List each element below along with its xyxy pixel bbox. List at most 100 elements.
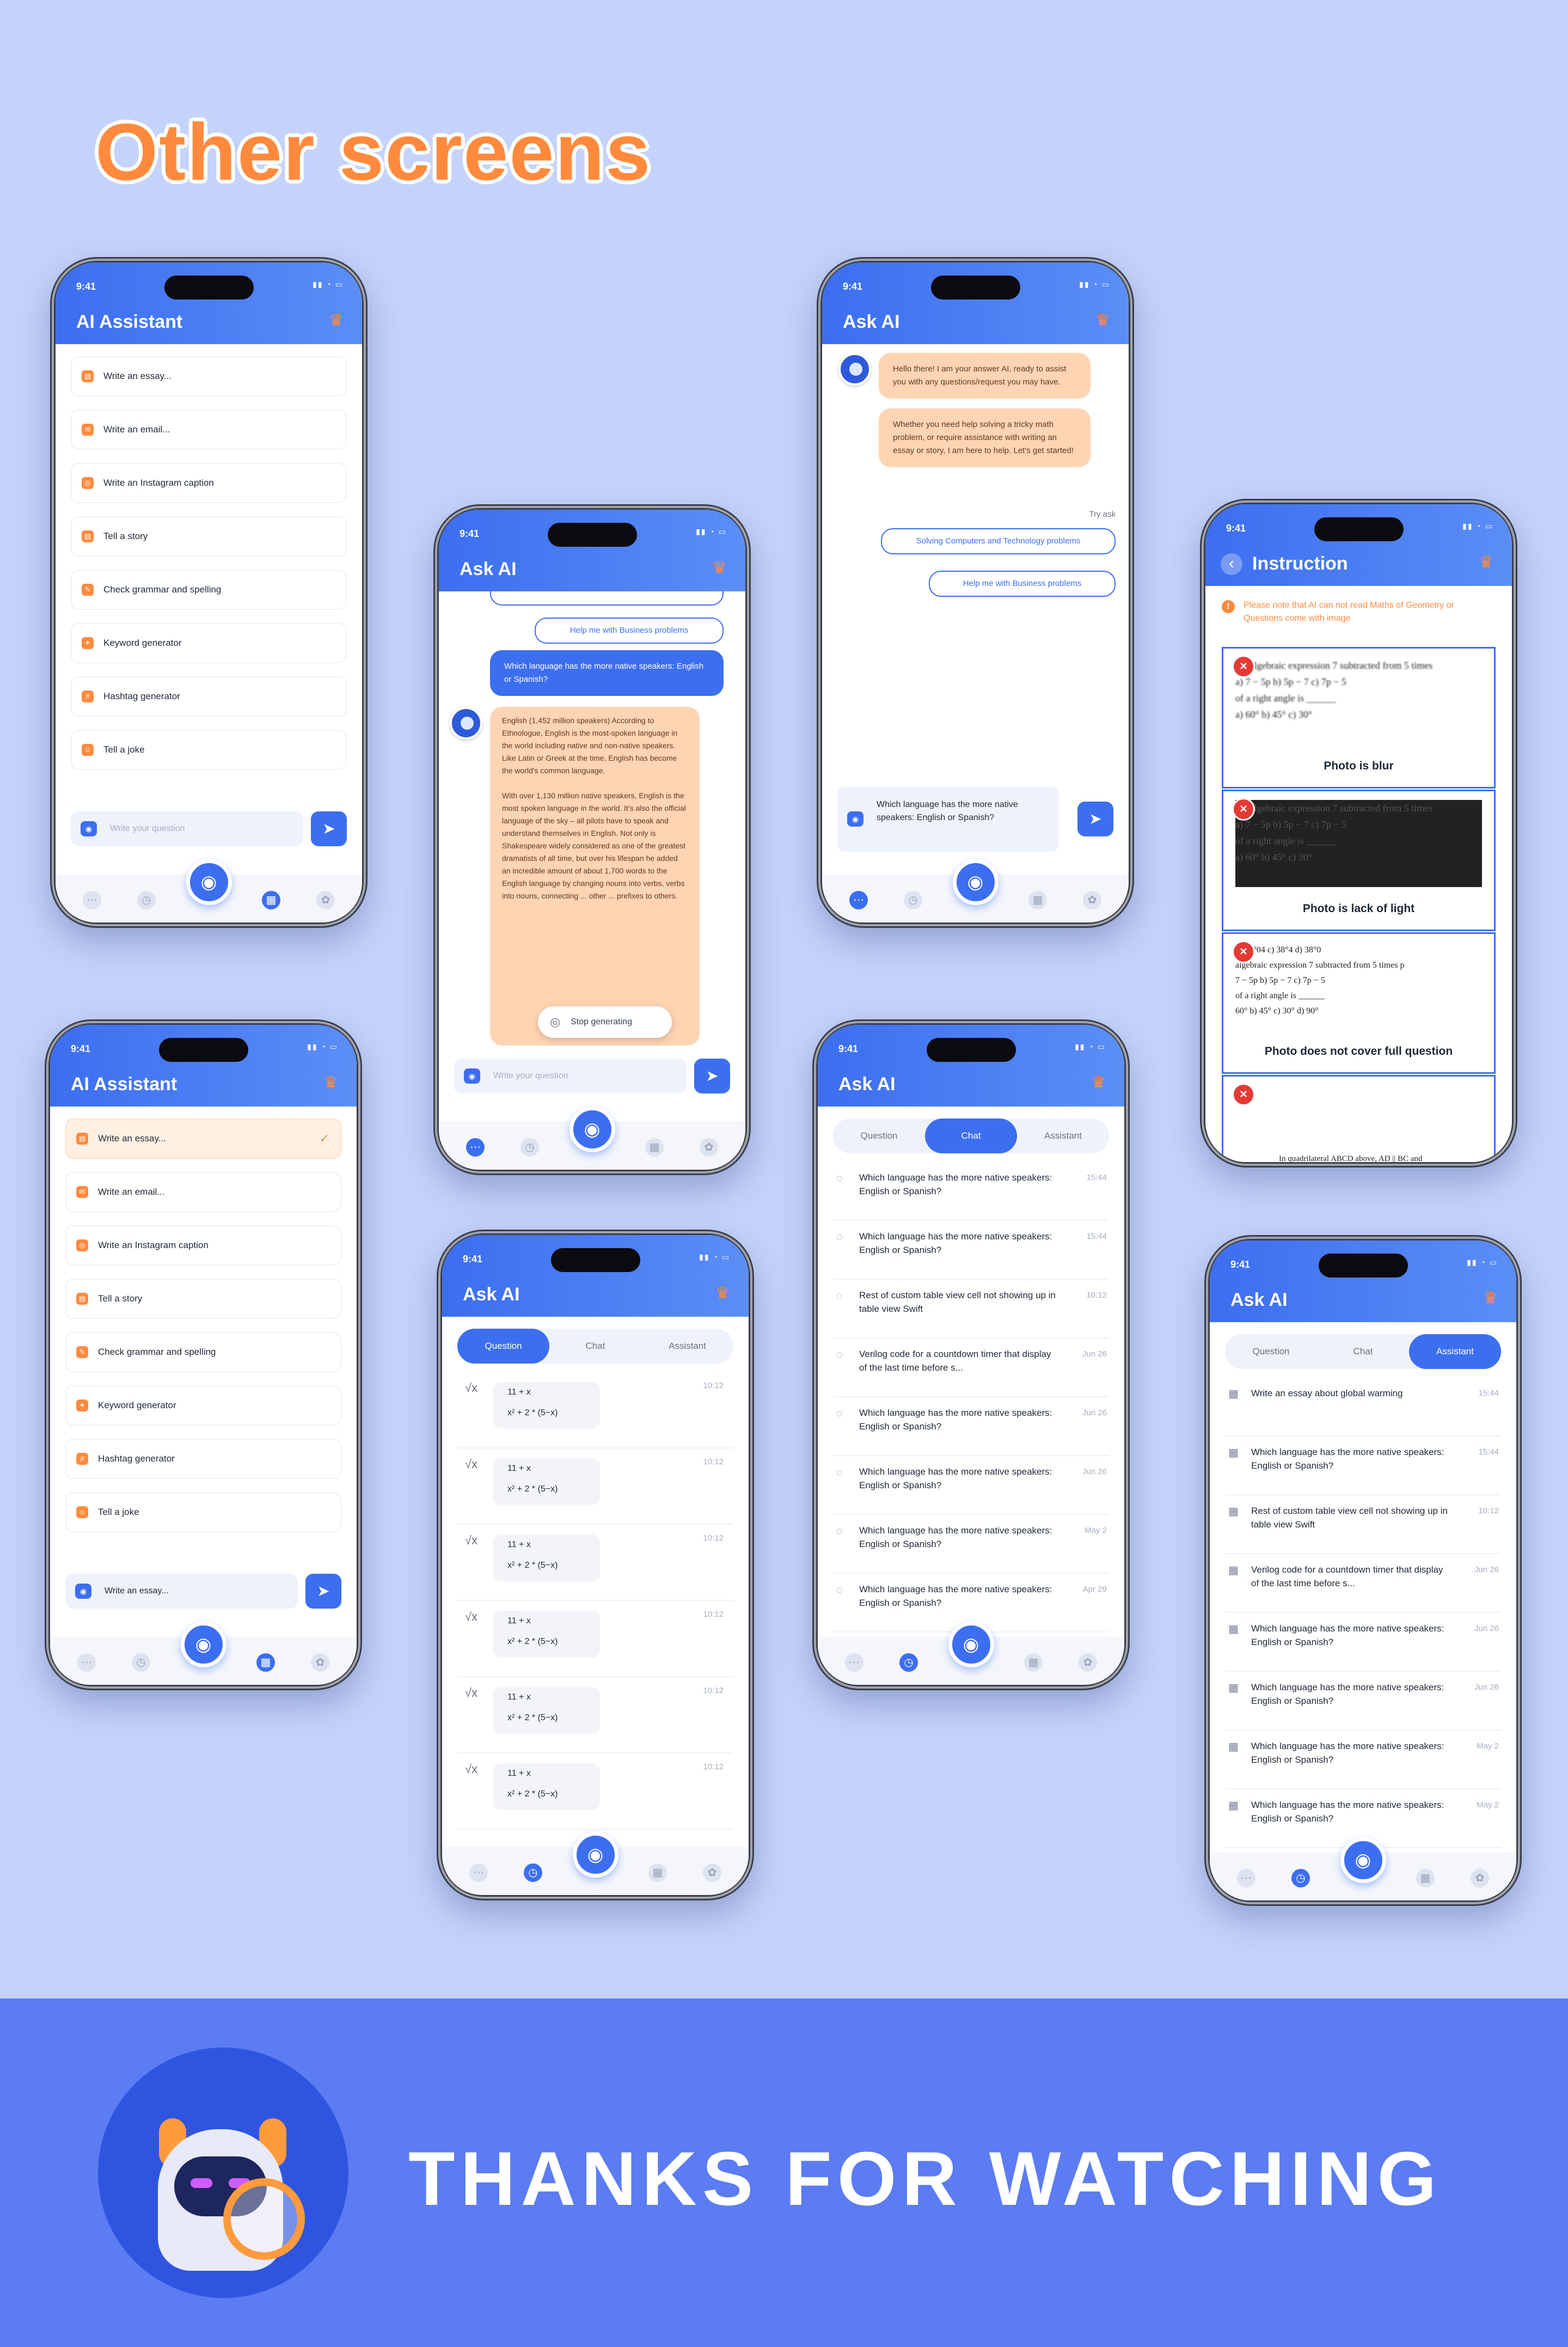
tab-question[interactable]: Question <box>457 1329 549 1364</box>
tab-assistant[interactable]: Assistant <box>1017 1119 1109 1153</box>
history-row[interactable]: ▦ Verilog code for a countdown timer that… <box>1225 1554 1501 1613</box>
chat-tab-icon[interactable]: ⋯ <box>466 1138 485 1157</box>
chat-tab-icon[interactable]: ⋯ <box>77 1653 96 1672</box>
send-button[interactable]: ➤ <box>694 1059 730 1093</box>
tab-assistant[interactable]: Assistant <box>641 1329 733 1364</box>
question-row[interactable]: √x 11 + x x² + 2 * (5−x) 10:12 <box>457 1753 733 1830</box>
history-row[interactable]: ◌ Which language has the more native spea… <box>833 1221 1109 1280</box>
history-row[interactable]: ▦ Which language has the more native spea… <box>1225 1731 1501 1789</box>
crown-icon[interactable]: ♛ <box>715 1285 730 1301</box>
crown-icon[interactable]: ♛ <box>712 560 727 576</box>
crown-icon[interactable]: ♛ <box>1479 554 1493 571</box>
question-input[interactable]: Write an essay... <box>65 1574 298 1609</box>
back-arrow-icon[interactable]: ‹ <box>1221 553 1242 575</box>
assistant-tab-icon[interactable]: ▦ <box>256 1653 275 1672</box>
history-row[interactable]: ▦ Which language has the more native spea… <box>1225 1437 1501 1495</box>
assistant-tab-icon[interactable]: ▦ <box>1024 1653 1043 1672</box>
history-row[interactable]: ◌ Which language has the more native spea… <box>833 1162 1109 1221</box>
list-item[interactable]: ▤ Tell a story <box>71 516 347 557</box>
list-item[interactable]: ▤ Tell a story <box>65 1279 341 1319</box>
camera-icon[interactable]: ◉ <box>75 1584 91 1599</box>
history-row[interactable]: ◌ Verilog code for a countdown timer that… <box>833 1338 1109 1397</box>
list-item[interactable]: ✉ Write an email... <box>65 1172 341 1212</box>
settings-tab-icon[interactable]: ✿ <box>316 891 335 909</box>
list-item[interactable]: ◎ Write an Instagram caption <box>65 1225 341 1266</box>
list-item-selected[interactable]: ▤ Write an essay... ✓ <box>65 1119 341 1159</box>
question-input[interactable]: Which language has the more native speak… <box>837 786 1059 852</box>
question-row[interactable]: √x 11 + x x² + 2 * (5−x) 10:12 <box>457 1448 733 1525</box>
history-row[interactable]: ◌ Which language has the more native spea… <box>833 1456 1109 1515</box>
assistant-tab-icon[interactable]: ▦ <box>262 891 280 909</box>
history-tab-icon[interactable]: ◷ <box>899 1653 918 1672</box>
history-tab-icon[interactable]: ◷ <box>132 1653 150 1672</box>
settings-tab-icon[interactable]: ✿ <box>700 1138 718 1157</box>
crown-icon[interactable]: ♛ <box>1091 1075 1106 1091</box>
assistant-tab-icon[interactable]: ▦ <box>648 1863 667 1882</box>
list-item[interactable]: ◎ Write an Instagram caption <box>71 463 347 503</box>
send-button[interactable]: ➤ <box>311 811 347 846</box>
list-item[interactable]: ✎ Check grammar and spelling <box>71 570 347 610</box>
tab-chat[interactable]: Chat <box>549 1329 641 1364</box>
question-row[interactable]: √x 11 + x x² + 2 * (5−x) 10:12 <box>457 1601 733 1677</box>
history-row[interactable]: ▦ Which language has the more native spea… <box>1225 1672 1501 1731</box>
suggestion-chip[interactable]: Help me with Business problems <box>535 618 724 644</box>
assistant-tab-icon[interactable]: ▦ <box>645 1138 664 1157</box>
camera-button[interactable]: ◉ <box>952 859 999 905</box>
crown-icon[interactable]: ♛ <box>329 313 344 329</box>
assistant-tab-icon[interactable]: ▦ <box>1416 1869 1435 1887</box>
tab-chat[interactable]: Chat <box>1317 1334 1409 1369</box>
list-item[interactable]: ✦ Keyword generator <box>65 1385 341 1426</box>
chat-tab-icon[interactable]: ⋯ <box>1237 1869 1255 1887</box>
camera-button[interactable]: ◉ <box>186 859 232 905</box>
question-row[interactable]: √x 11 + x x² + 2 * (5−x) 10:12 <box>457 1677 733 1753</box>
history-row[interactable]: ◌ Which language has the more native spea… <box>833 1397 1109 1456</box>
history-tab-icon[interactable]: ◷ <box>1291 1869 1310 1887</box>
camera-button[interactable]: ◉ <box>1340 1837 1386 1883</box>
list-item[interactable]: ✦ Keyword generator <box>71 623 347 663</box>
send-button[interactable]: ➤ <box>305 1574 341 1609</box>
camera-button[interactable]: ◉ <box>948 1622 994 1667</box>
history-tab-icon[interactable]: ◷ <box>524 1863 542 1882</box>
chat-tab-icon[interactable]: ⋯ <box>83 891 101 909</box>
chat-tab-icon[interactable]: ⋯ <box>469 1863 488 1882</box>
suggestion-chip[interactable]: Solving Computers and Technology problem… <box>881 528 1116 554</box>
camera-icon[interactable]: ◉ <box>464 1068 480 1084</box>
camera-button[interactable]: ◉ <box>569 1107 615 1152</box>
chat-tab-icon[interactable]: ⋯ <box>845 1653 863 1672</box>
list-item[interactable]: ☺ Tell a joke <box>65 1492 341 1532</box>
history-row[interactable]: ▦ Write an essay about global warming 15:4… <box>1225 1378 1501 1437</box>
stop-generating-button[interactable]: Stop generating <box>538 1006 672 1038</box>
settings-tab-icon[interactable]: ✿ <box>1083 891 1101 909</box>
question-input[interactable]: Write your question <box>454 1059 687 1093</box>
history-tab-icon[interactable]: ◷ <box>904 891 922 909</box>
question-input[interactable]: Write your question <box>71 811 303 846</box>
list-item[interactable]: ☺ Tell a joke <box>71 730 347 770</box>
crown-icon[interactable]: ♛ <box>1095 313 1110 329</box>
tab-question[interactable]: Question <box>833 1119 925 1153</box>
crown-icon[interactable]: ♛ <box>323 1075 338 1091</box>
list-item[interactable]: # Hashtag generator <box>71 676 347 717</box>
list-item[interactable]: ✎ Check grammar and spelling <box>65 1332 341 1372</box>
settings-tab-icon[interactable]: ✿ <box>1079 1653 1097 1672</box>
list-item[interactable]: ✉ Write an email... <box>71 409 347 450</box>
settings-tab-icon[interactable]: ✿ <box>311 1653 329 1672</box>
chat-tab-icon[interactable]: ⋯ <box>849 891 868 909</box>
settings-tab-icon[interactable]: ✿ <box>703 1863 721 1882</box>
crown-icon[interactable]: ♛ <box>1483 1291 1498 1307</box>
history-row[interactable]: ◌ Which language has the more native spea… <box>833 1515 1109 1574</box>
assistant-tab-icon[interactable]: ▦ <box>1028 891 1047 909</box>
list-item[interactable]: # Hashtag generator <box>65 1439 341 1479</box>
history-row[interactable]: ▦ Which language has the more native spea… <box>1225 1613 1501 1672</box>
camera-button[interactable]: ◉ <box>572 1832 618 1878</box>
list-item[interactable]: ▤ Write an essay... <box>71 356 347 396</box>
question-row[interactable]: √x 11 + x x² + 2 * (5−x) 10:12 <box>457 1372 733 1448</box>
send-button[interactable]: ➤ <box>1077 802 1113 836</box>
camera-icon[interactable]: ◉ <box>847 811 863 827</box>
history-row[interactable]: ◌ Rest of custom table view cell not show… <box>833 1280 1109 1338</box>
tab-assistant[interactable]: Assistant <box>1409 1334 1501 1369</box>
history-tab-icon[interactable]: ◷ <box>137 891 156 909</box>
question-row[interactable]: √x 11 + x x² + 2 * (5−x) 10:12 <box>457 1525 733 1601</box>
tab-chat[interactable]: Chat <box>925 1119 1017 1153</box>
history-row[interactable]: ▦ Rest of custom table view cell not show… <box>1225 1495 1501 1554</box>
settings-tab-icon[interactable]: ✿ <box>1471 1869 1489 1887</box>
